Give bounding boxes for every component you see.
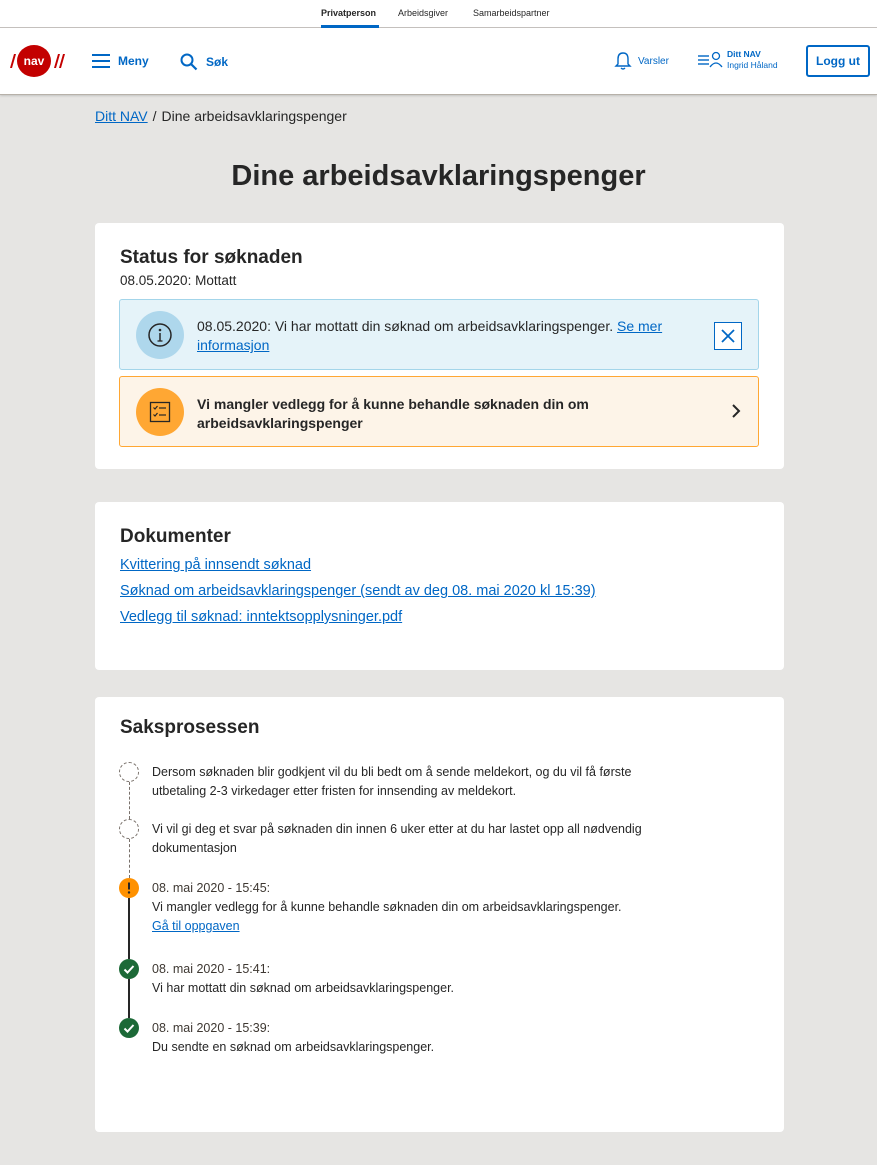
bell-icon <box>614 52 632 70</box>
go-to-task-link[interactable]: Gå til oppgaven <box>152 919 240 933</box>
pending-step-icon <box>119 762 139 782</box>
close-icon <box>721 329 735 343</box>
timeline-step-text: Vi mangler vedlegg for å kunne behandle … <box>152 900 622 914</box>
chevron-right-icon <box>732 404 741 418</box>
search-button[interactable]: Søk <box>180 53 228 71</box>
menu-button[interactable]: Meny <box>92 54 149 68</box>
notifications-button[interactable]: Varsler <box>614 51 669 71</box>
timeline-connector <box>128 979 130 1018</box>
timeline-step-text: Vi har mottatt din søknad om arbeidsavkl… <box>152 981 455 995</box>
page-title: Dine arbeidsavklaringspenger <box>231 160 646 192</box>
status-heading: Status for søknaden <box>120 247 303 268</box>
info-icon <box>136 311 184 359</box>
checkmark-icon <box>119 1018 139 1038</box>
site-header: nav Meny Søk Varsler Ditt NAV Ingrid Hål… <box>0 28 877 95</box>
timeline-step-text: Du sendte en søknad om arbeidsavklarings… <box>152 1040 435 1054</box>
breadcrumb: Ditt NAV / Dine arbeidsavklaringspenger <box>95 108 347 124</box>
timeline-connector <box>128 898 130 959</box>
timeline-step-text: Vi vil gi deg et svar på søknaden din in… <box>152 822 642 855</box>
user-menu-icon <box>698 51 723 68</box>
checkmark-icon <box>119 959 139 979</box>
info-alert: 08.05.2020: Vi har mottatt din søknad om… <box>119 299 759 370</box>
document-link-application[interactable]: Søknad om arbeidsavklaringspenger (sendt… <box>120 582 760 600</box>
tab-arbeidsgiver[interactable]: Arbeidsgiver <box>398 8 448 18</box>
process-panel: Saksprosessen Dersom søknaden blir godkj… <box>95 697 784 1132</box>
pending-step-icon <box>119 819 139 839</box>
timeline-step-text: Dersom søknaden blir godkjent vil du bli… <box>152 765 632 798</box>
document-link-attachment[interactable]: Vedlegg til søknad: inntektsopplysninger… <box>120 608 760 626</box>
close-alert-button[interactable] <box>714 322 742 350</box>
context-bar: Privatperson Arbeidsgiver Samarbeidspart… <box>0 0 877 28</box>
menu-label: Meny <box>118 54 149 68</box>
tab-samarbeidspartner[interactable]: Samarbeidspartner <box>473 8 550 18</box>
timeline-step-date: 08. mai 2020 - 15:39: <box>152 1021 271 1035</box>
timeline-connector <box>128 839 130 878</box>
timeline-step-date: 08. mai 2020 - 15:41: <box>152 962 271 976</box>
user-name: Ingrid Håland <box>727 60 778 70</box>
missing-attachment-alert[interactable]: Vi mangler vedlegg for å kunne behandle … <box>119 376 759 447</box>
timeline-connector <box>128 782 130 819</box>
hamburger-icon <box>92 54 110 68</box>
tab-privatperson[interactable]: Privatperson <box>321 8 376 18</box>
logout-button[interactable]: Logg ut <box>806 45 870 77</box>
document-link-receipt[interactable]: Kvittering på innsendt søknad <box>120 556 760 574</box>
search-label: Søk <box>206 55 229 69</box>
timeline-step-date: 08. mai 2020 - 15:45: <box>152 881 271 895</box>
ditt-nav-label: Ditt NAV <box>727 49 761 59</box>
checklist-icon <box>136 388 184 436</box>
breadcrumb-separator: / <box>152 108 157 124</box>
info-alert-text: 08.05.2020: Vi har mottatt din søknad om… <box>197 318 614 334</box>
svg-text:nav: nav <box>24 54 45 68</box>
breadcrumb-current: Dine arbeidsavklaringspenger <box>161 108 347 124</box>
documents-heading: Dokumenter <box>120 526 231 547</box>
status-subtitle: 08.05.2020: Mottatt <box>120 273 237 288</box>
missing-attachment-text: Vi mangler vedlegg for å kunne behandle … <box>197 396 589 431</box>
ditt-nav-button[interactable]: Ditt NAV Ingrid Håland <box>697 49 778 71</box>
warning-step-icon <box>119 878 139 898</box>
nav-logo[interactable]: nav <box>8 44 66 78</box>
breadcrumb-home-link[interactable]: Ditt NAV <box>95 108 148 124</box>
status-panel: Status for søknaden 08.05.2020: Mottatt … <box>95 223 784 469</box>
search-icon <box>180 53 198 71</box>
process-heading: Saksprosessen <box>120 717 260 738</box>
notifications-label: Varsler <box>638 55 669 67</box>
documents-panel: Dokumenter Kvittering på innsendt søknad… <box>95 502 784 670</box>
